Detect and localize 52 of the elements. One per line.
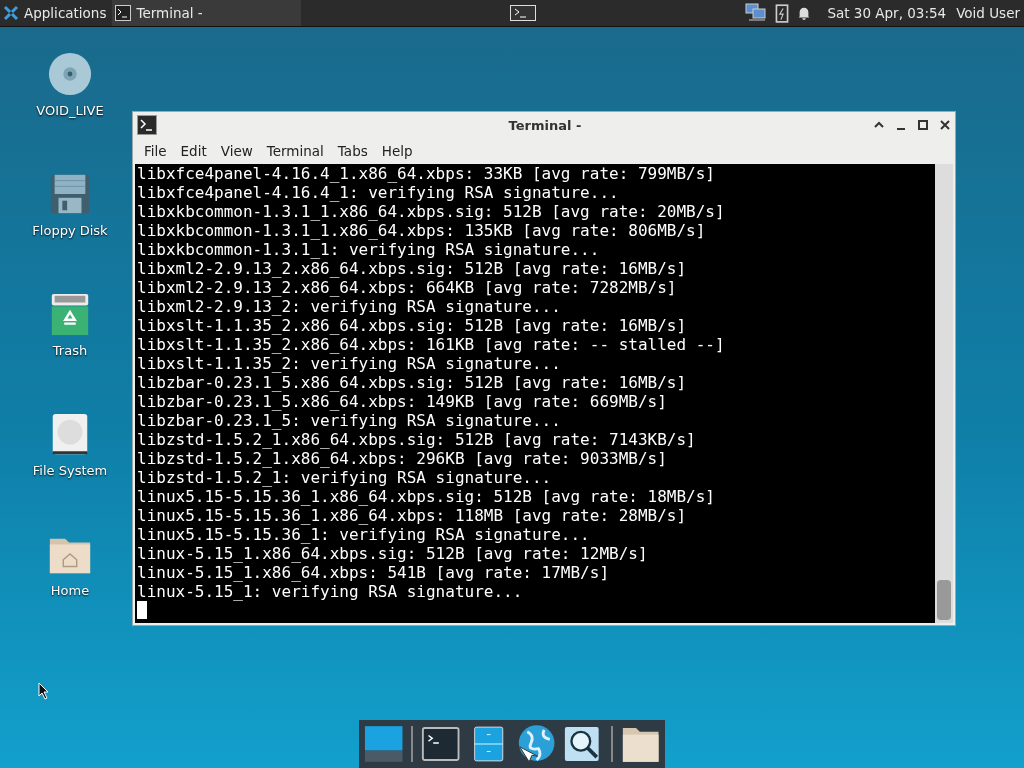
terminal-line: libzbar-0.23.1_5: verifying RSA signature... [137, 411, 562, 430]
terminal-line: libzstd-1.5.2_1: verifying RSA signature... [137, 468, 553, 487]
menu-item[interactable]: Help [374, 143, 420, 159]
terminal-line: linux5.15-5.15.36_1: verifying RSA signature... [137, 525, 591, 544]
menu-item[interactable]: View [213, 143, 260, 159]
terminal-line: libxml2-2.9.13_2: verifying RSA signature... [137, 297, 562, 316]
menu-item[interactable]: File [137, 143, 174, 159]
menu-item[interactable]: Terminal [259, 143, 331, 159]
terminal-icon [115, 5, 132, 21]
terminal-icon [137, 115, 157, 135]
maximize-icon[interactable] [917, 119, 929, 131]
terminal-line: linux-5.15_1: verifying RSA signature... [137, 582, 524, 601]
terminal-line: libxslt-1.1.35_2: verifying RSA signature... [137, 354, 562, 373]
terminal-line: libxml2-2.9.13_2.x86_64.xbps: 664KB [avg rate: 7282MB/s] [137, 278, 678, 297]
terminal-line: libxfce4panel-4.16.4_1: verifying RSA signature... [137, 183, 620, 202]
terminal-line: libzstd-1.5.2_1.x86_64.xbps.sig: 512B [avg rate: 7143KB/s] [137, 430, 697, 449]
scrollbar[interactable] [935, 164, 953, 623]
menu-item[interactable]: Edit [173, 143, 214, 159]
terminal-line: libxfce4panel-4.16.4_1.x86_64.xbps: 33KB [avg rate: 799MB/s] [137, 164, 716, 183]
terminal-line: libxml2-2.9.13_2.x86_64.xbps.sig: 512B [avg rate: 16MB/s] [137, 259, 688, 278]
applications-menu[interactable]: Applications [0, 0, 113, 26]
terminal-line: linux-5.15_1.x86_64.xbps.sig: 512B [avg rate: 12MB/s] [137, 544, 649, 563]
desktop-icon-label[interactable]: Home [50, 583, 90, 598]
terminal-line: libxkbcommon-1.3.1_1: verifying RSA signature... [137, 240, 601, 259]
desktop-icon-label[interactable]: Floppy Disk [32, 223, 108, 238]
terminal-line: linux5.15-5.15.36_1.x86_64.xbps.sig: 512B [avg rate: 18MB/s] [137, 487, 716, 506]
disc-icon[interactable] [47, 51, 93, 97]
terminal-line: libxkbcommon-1.3.1_1.x86_64.xbps.sig: 512B [avg rate: 20MB/s] [137, 202, 726, 221]
terminal-line: libxkbcommon-1.3.1_1.x86_64.xbps: 135KB [avg rate: 806MB/s] [137, 221, 707, 240]
mouse-pointer-icon [38, 682, 50, 700]
user-menu[interactable]: Void User [956, 5, 1020, 21]
menu-item[interactable]: Tabs [330, 143, 375, 159]
scrollbar-thumb[interactable] [937, 580, 951, 620]
terminal-line: libxslt-1.1.35_2.x86_64.xbps.sig: 512B [avg rate: 16MB/s] [137, 316, 688, 335]
terminal-line: libzbar-0.23.1_5.x86_64.xbps: 149KB [avg rate: 669MB/s] [137, 392, 668, 411]
taskbar-button[interactable]: Terminal - [112, 0, 302, 26]
network-icon[interactable] [745, 3, 768, 23]
desktop-icon-label[interactable]: File System [32, 463, 108, 478]
terminal-line: linux5.15-5.15.36_1.x86_64.xbps: 118MB [avg rate: 28MB/s] [137, 506, 688, 525]
battery-icon[interactable] [775, 3, 790, 23]
xfce-icon [3, 5, 19, 21]
terminal-line: linux-5.15_1.x86_64.xbps: 541B [avg rate: 17MB/s] [137, 563, 610, 582]
clock[interactable]: Sat 30 Apr, 03:54 [827, 5, 947, 21]
cursor [137, 601, 147, 619]
terminal-line: libxslt-1.1.35_2.x86_64.xbps: 161KB [avg rate: -- stalled --] [137, 335, 726, 354]
window-title: Terminal - [507, 117, 583, 133]
terminal-line: libzbar-0.23.1_5.x86_64.xbps.sig: 512B [avg rate: 16MB/s] [137, 373, 688, 392]
desktop-icon-label[interactable]: Trash [52, 343, 88, 358]
close-icon[interactable] [939, 119, 951, 131]
terminal-line: libzstd-1.5.2_1.x86_64.xbps: 296KB [avg rate: 9033MB/s] [137, 449, 668, 468]
workspace-icon[interactable] [510, 4, 537, 22]
desktop-icon-label[interactable]: VOID_LIVE [36, 103, 104, 118]
